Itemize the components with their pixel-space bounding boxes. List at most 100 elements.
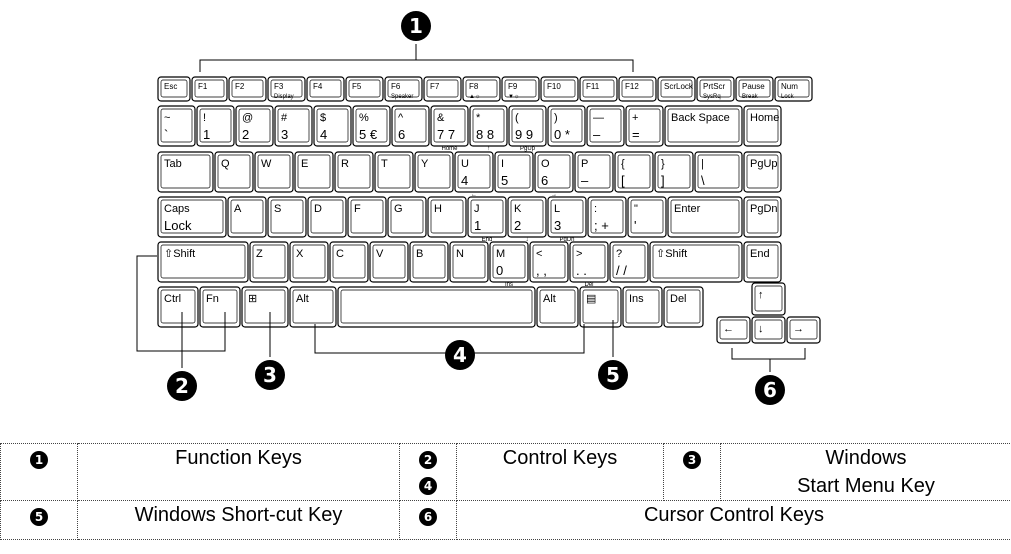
key-label: H xyxy=(434,203,442,215)
key-label: PgDn xyxy=(750,203,778,215)
legend-cursor-control-keys: Cursor Control Keys xyxy=(456,500,1011,540)
key-label: Enter xyxy=(674,203,701,215)
key: F10 xyxy=(540,76,579,102)
key-sublabel: , , xyxy=(536,263,547,278)
key-sublabel: 4 xyxy=(320,127,327,142)
key-label: # xyxy=(281,112,288,124)
key-sublabel: 6 xyxy=(541,173,548,188)
callout-number: 5 xyxy=(606,363,620,387)
keyboard-keys: Esc F1 F2 F3DisplayF4 F5 F6SpeakerF7 F8▲☼F9▼☼F… xyxy=(157,76,821,344)
key-label: @ xyxy=(242,112,253,124)
callout-2: 2 xyxy=(167,371,197,401)
key: O6→ xyxy=(534,151,574,198)
key-label: ↑ xyxy=(758,289,764,301)
key-label: F8 xyxy=(469,82,479,91)
key-label: D xyxy=(314,203,322,215)
key: >. .Del xyxy=(569,241,609,288)
key-sublabel: . . xyxy=(576,263,587,278)
callout-1: 1 xyxy=(401,11,431,41)
key: K2↓ xyxy=(507,196,547,243)
key: W xyxy=(254,151,294,193)
key-label: Alt xyxy=(543,293,556,305)
key: % 5 € xyxy=(352,105,391,147)
key: (9 9 PgUp xyxy=(508,105,547,152)
key-label: ! xyxy=(203,112,206,124)
key: D xyxy=(307,196,347,238)
key: @2 xyxy=(235,105,274,147)
key: }] xyxy=(654,151,694,193)
legend-marker-2-4: 2 4 xyxy=(399,443,457,501)
key-label: Caps xyxy=(164,203,190,215)
key-sublabel: [ xyxy=(621,173,625,188)
key-label: $ xyxy=(320,112,326,124)
key-label: Del xyxy=(670,293,687,305)
key: Alt xyxy=(536,286,579,328)
key-sublabel: Break xyxy=(742,94,759,100)
key-sublabel: ▲☼ xyxy=(469,94,480,100)
key-label: & xyxy=(437,112,445,124)
key: ~` xyxy=(157,105,196,147)
key-sublabel: Speaker xyxy=(391,94,413,100)
key-label: F7 xyxy=(430,82,440,91)
key-label: Q xyxy=(221,158,230,170)
key-label: Fn xyxy=(206,293,219,305)
key-sublabel: ] xyxy=(661,173,665,188)
key: Caps Lock xyxy=(157,196,227,238)
key: ⇧Shift xyxy=(157,241,249,283)
key: Home xyxy=(743,105,782,147)
key-label: Tab xyxy=(164,158,182,170)
key: Y xyxy=(414,151,454,193)
key-label: R xyxy=(341,158,349,170)
key-label: O xyxy=(541,158,550,170)
key: "' xyxy=(627,196,667,238)
key-label: → xyxy=(793,323,804,335)
callout-4: 4 xyxy=(445,340,475,370)
key-sublabel: ▼☼ xyxy=(508,94,519,100)
key-label: M xyxy=(496,248,505,260)
key-label: < xyxy=(536,248,542,260)
key: T xyxy=(374,151,414,193)
key-label: G xyxy=(394,203,403,215)
key-sublabel: 7 7 xyxy=(437,127,455,142)
key-label: B xyxy=(416,248,423,260)
key: ScrLock xyxy=(657,76,696,102)
key-label: F6 xyxy=(391,82,401,91)
key-label: F1 xyxy=(198,82,208,91)
key-sublabel: SysRq xyxy=(703,94,721,100)
key: ← xyxy=(716,316,751,344)
key: C xyxy=(329,241,369,283)
key-sublabel: 5 xyxy=(501,173,508,188)
key-label: W xyxy=(261,158,272,170)
key: V xyxy=(369,241,409,283)
key-label: : xyxy=(594,203,597,215)
key: PgUp xyxy=(743,151,782,193)
legend-marker-6: 6 xyxy=(399,500,457,540)
key: ⇧Shift xyxy=(649,241,743,283)
key-label: | xyxy=(701,158,704,170)
key: F5 xyxy=(345,76,384,102)
key-sublabel: Lock xyxy=(164,218,192,233)
key-label: E xyxy=(301,158,308,170)
key-sublabel: 4 xyxy=(461,173,468,188)
key: F1 xyxy=(191,76,228,102)
key-sublabel: 0 * xyxy=(554,127,570,142)
key-label: Num xyxy=(781,82,798,91)
key: PgDn xyxy=(743,196,782,238)
key-label: Alt xyxy=(296,293,309,305)
key-label: ^ xyxy=(398,112,404,124)
key: ⊞ xyxy=(241,286,289,328)
key-label: K xyxy=(514,203,522,215)
key-label: ( xyxy=(515,112,519,124)
key: : ; + xyxy=(587,196,627,238)
key xyxy=(337,286,536,328)
callout-5: 5 xyxy=(598,360,628,390)
key-label: ~ xyxy=(164,112,170,124)
key: G xyxy=(387,196,427,238)
key-label: T xyxy=(381,158,388,170)
key-label: C xyxy=(336,248,344,260)
key-label: — xyxy=(593,112,604,124)
key-numpad-label: ↑ xyxy=(487,146,490,152)
key-label: PrtScr xyxy=(703,82,726,91)
key: U4← xyxy=(454,151,494,198)
key-sublabel: / / xyxy=(616,263,627,278)
